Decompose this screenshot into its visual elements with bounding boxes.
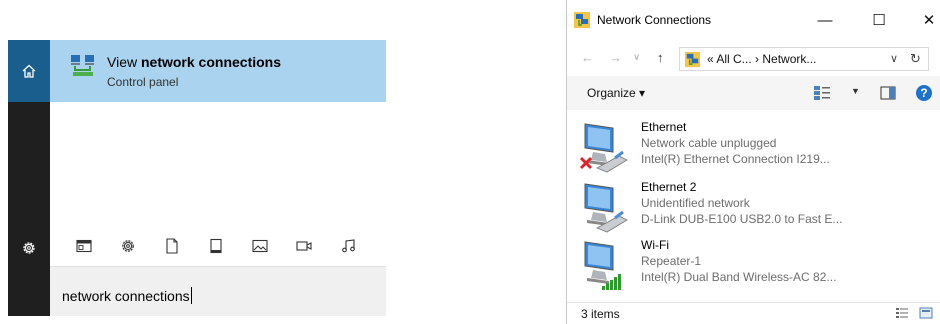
- photos-icon: [252, 239, 268, 253]
- best-match-subtitle: Control panel: [107, 75, 179, 89]
- unplugged-x-icon: [579, 156, 593, 170]
- navigation-bar: ← → ∨ ↑ « All C... › Network... ∨ ↻: [567, 40, 940, 76]
- address-bar[interactable]: « All C... › Network... ∨ ↻: [679, 47, 929, 71]
- connection-wifi[interactable]: Wi-Fi Repeater-1 Intel(R) Dual Band Wire…: [579, 236, 939, 294]
- connection-device: Intel(R) Dual Band Wireless-AC 82...: [641, 270, 837, 284]
- recent-locations-button[interactable]: ∨: [633, 52, 640, 63]
- settings-icon: [122, 240, 134, 252]
- change-view-icon[interactable]: [813, 85, 831, 101]
- network-connections-icon: [684, 51, 701, 68]
- search-query: network connections: [62, 287, 192, 304]
- settings-button[interactable]: [8, 230, 50, 266]
- music-icon: [342, 239, 355, 253]
- best-match-title: View network connections: [107, 54, 282, 70]
- address-dropdown[interactable]: ∨: [890, 52, 898, 65]
- connection-status: Network cable unplugged: [641, 136, 777, 150]
- signal-bars-icon: [602, 274, 621, 290]
- large-icons-view-icon[interactable]: [919, 307, 933, 319]
- connection-device: Intel(R) Ethernet Connection I219...: [641, 152, 830, 166]
- filter-videos-button[interactable]: [284, 226, 324, 266]
- search-filter-bar: [50, 226, 386, 266]
- connection-name: Ethernet 2: [641, 180, 697, 194]
- network-connections-icon: [71, 55, 94, 76]
- connection-name: Ethernet: [641, 120, 687, 134]
- search-results: View network connections Control panel: [50, 40, 386, 226]
- connection-ethernet[interactable]: Ethernet Network cable unplugged Intel(R…: [579, 118, 939, 176]
- preview-pane-icon[interactable]: [880, 86, 896, 100]
- title-bar[interactable]: Network Connections — ☐ ✕: [567, 0, 940, 40]
- view-options-dropdown[interactable]: ▼: [851, 86, 860, 96]
- filter-music-button[interactable]: [328, 226, 368, 266]
- network-connections-window: Network Connections — ☐ ✕ ← → ∨ ↑ « All …: [566, 0, 940, 324]
- back-button[interactable]: ←: [581, 50, 594, 65]
- forward-button[interactable]: →: [609, 50, 622, 65]
- connection-device: D-Link DUB-E100 USB2.0 to Fast E...: [641, 212, 843, 226]
- address-path[interactable]: « All C... › Network...: [707, 52, 816, 66]
- gear-icon: [23, 242, 35, 254]
- filter-apps-button[interactable]: [64, 226, 104, 266]
- filter-photos-button[interactable]: [240, 226, 280, 266]
- up-button[interactable]: ↑: [657, 50, 664, 65]
- filter-settings-button[interactable]: [108, 226, 148, 266]
- start-search-panel: View network connections Control panel n…: [8, 40, 386, 316]
- search-input[interactable]: network connections: [50, 266, 386, 316]
- details-view-icon[interactable]: [895, 307, 909, 319]
- close-button[interactable]: ✕: [909, 6, 940, 34]
- ethernet-adapter-icon: [584, 183, 628, 233]
- home-icon: [22, 64, 36, 78]
- start-left-rail: [8, 40, 50, 316]
- command-bar: Organize ▾ ▼ ?: [567, 76, 940, 110]
- best-match-result[interactable]: View network connections Control panel: [50, 40, 386, 102]
- window-title: Network Connections: [597, 13, 712, 27]
- minimize-button[interactable]: —: [805, 6, 845, 34]
- folders-icon: [210, 238, 222, 254]
- text-caret: [190, 287, 192, 304]
- home-button[interactable]: [8, 40, 50, 102]
- connection-status: Unidentified network: [641, 196, 750, 210]
- network-connections-icon: [574, 12, 590, 28]
- connection-name: Wi-Fi: [641, 238, 669, 252]
- maximize-button[interactable]: ☐: [859, 6, 899, 34]
- help-button[interactable]: ?: [916, 85, 932, 101]
- connection-status: Repeater-1: [641, 254, 702, 268]
- item-count: 3 items: [581, 307, 620, 321]
- videos-icon: [296, 241, 312, 251]
- refresh-button[interactable]: ↻: [910, 51, 921, 67]
- documents-icon: [166, 238, 178, 254]
- filter-folders-button[interactable]: [196, 226, 236, 266]
- filter-documents-button[interactable]: [152, 226, 192, 266]
- status-bar: 3 items: [567, 302, 940, 324]
- connection-ethernet-2[interactable]: Ethernet 2 Unidentified network D-Link D…: [579, 178, 939, 236]
- connections-list: Ethernet Network cable unplugged Intel(R…: [567, 110, 940, 300]
- organize-button[interactable]: Organize ▾: [587, 86, 645, 100]
- apps-icon: [76, 239, 92, 253]
